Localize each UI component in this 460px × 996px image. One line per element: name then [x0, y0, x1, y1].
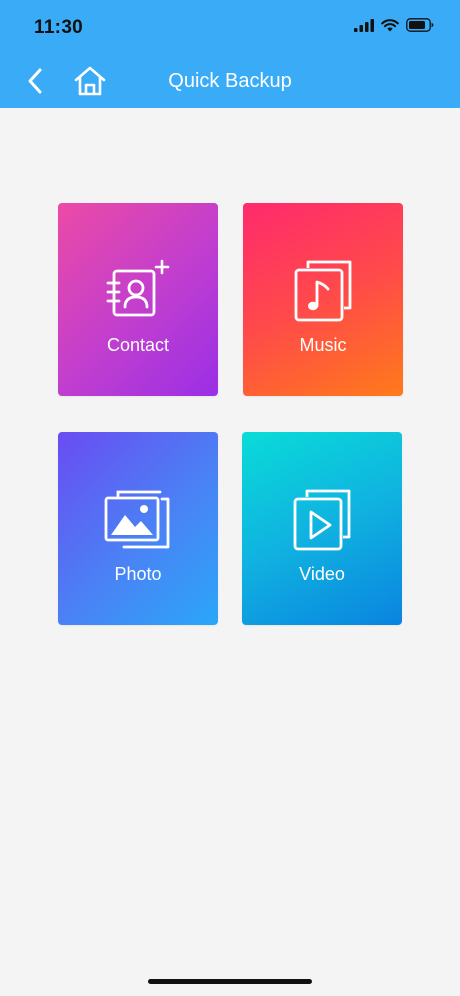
contact-label: Contact — [106, 335, 170, 355]
cellular-signal-icon — [354, 18, 374, 32]
video-label: Video — [299, 564, 345, 584]
photo-backup-tile[interactable]: Photo — [58, 432, 218, 625]
music-backup-tile[interactable]: Music — [243, 203, 403, 396]
music-file-icon — [243, 255, 403, 327]
status-time: 11:30 — [34, 17, 84, 38]
video-file-icon — [242, 484, 402, 556]
contact-backup-tile[interactable]: Contact — [58, 203, 218, 396]
wifi-icon — [381, 18, 399, 31]
photo-label: Photo — [114, 564, 162, 584]
battery-icon — [406, 18, 434, 32]
music-label: Music — [299, 335, 347, 355]
page-title: Quick Backup — [168, 70, 292, 92]
home-indicator[interactable] — [148, 979, 312, 984]
top-bar: 11:30 Quick Backup — [0, 0, 460, 108]
video-backup-tile[interactable]: Video — [242, 432, 402, 625]
contact-add-icon — [58, 255, 218, 327]
status-icons — [354, 18, 434, 32]
photo-file-icon — [58, 484, 218, 556]
